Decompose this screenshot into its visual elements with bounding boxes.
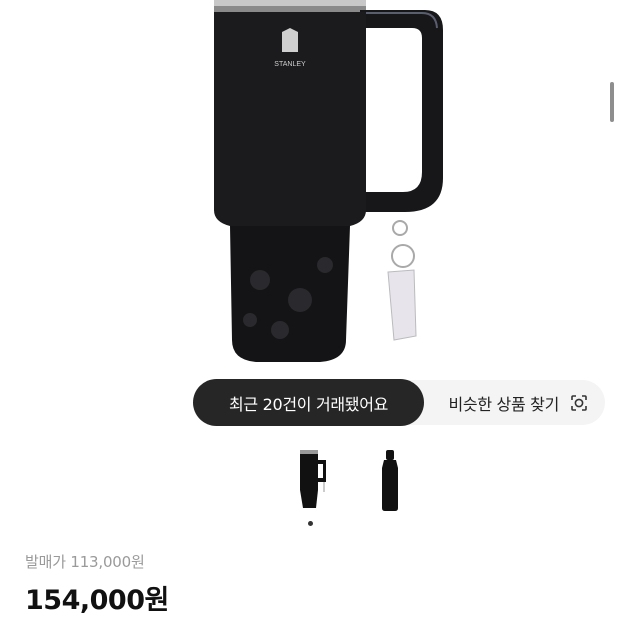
svg-text:STANLEY: STANLEY bbox=[274, 61, 306, 68]
vertical-scrollbar[interactable] bbox=[610, 82, 614, 122]
tumbler-product-image: STANLEY bbox=[214, 0, 443, 362]
recent-trades-text: 최근 20건이 거래됐어요 bbox=[228, 394, 389, 414]
current-price: 154,000원 bbox=[25, 585, 169, 616]
recent-trades-toast: 최근 20건이 거래됐어요 bbox=[193, 379, 424, 426]
camera-search-icon bbox=[571, 394, 587, 411]
release-price-label: 발매가 113,000원 bbox=[25, 553, 145, 571]
thumbnail-strip bbox=[0, 448, 620, 518]
bottle-thumbnail[interactable] bbox=[372, 448, 408, 514]
carousel-indicator-dot bbox=[308, 521, 313, 526]
similar-items-label: 비슷한 상품 찾기 bbox=[448, 394, 559, 414]
product-image-viewer[interactable]: STANLEY bbox=[0, 0, 620, 440]
tumbler-thumbnail[interactable] bbox=[294, 448, 330, 514]
